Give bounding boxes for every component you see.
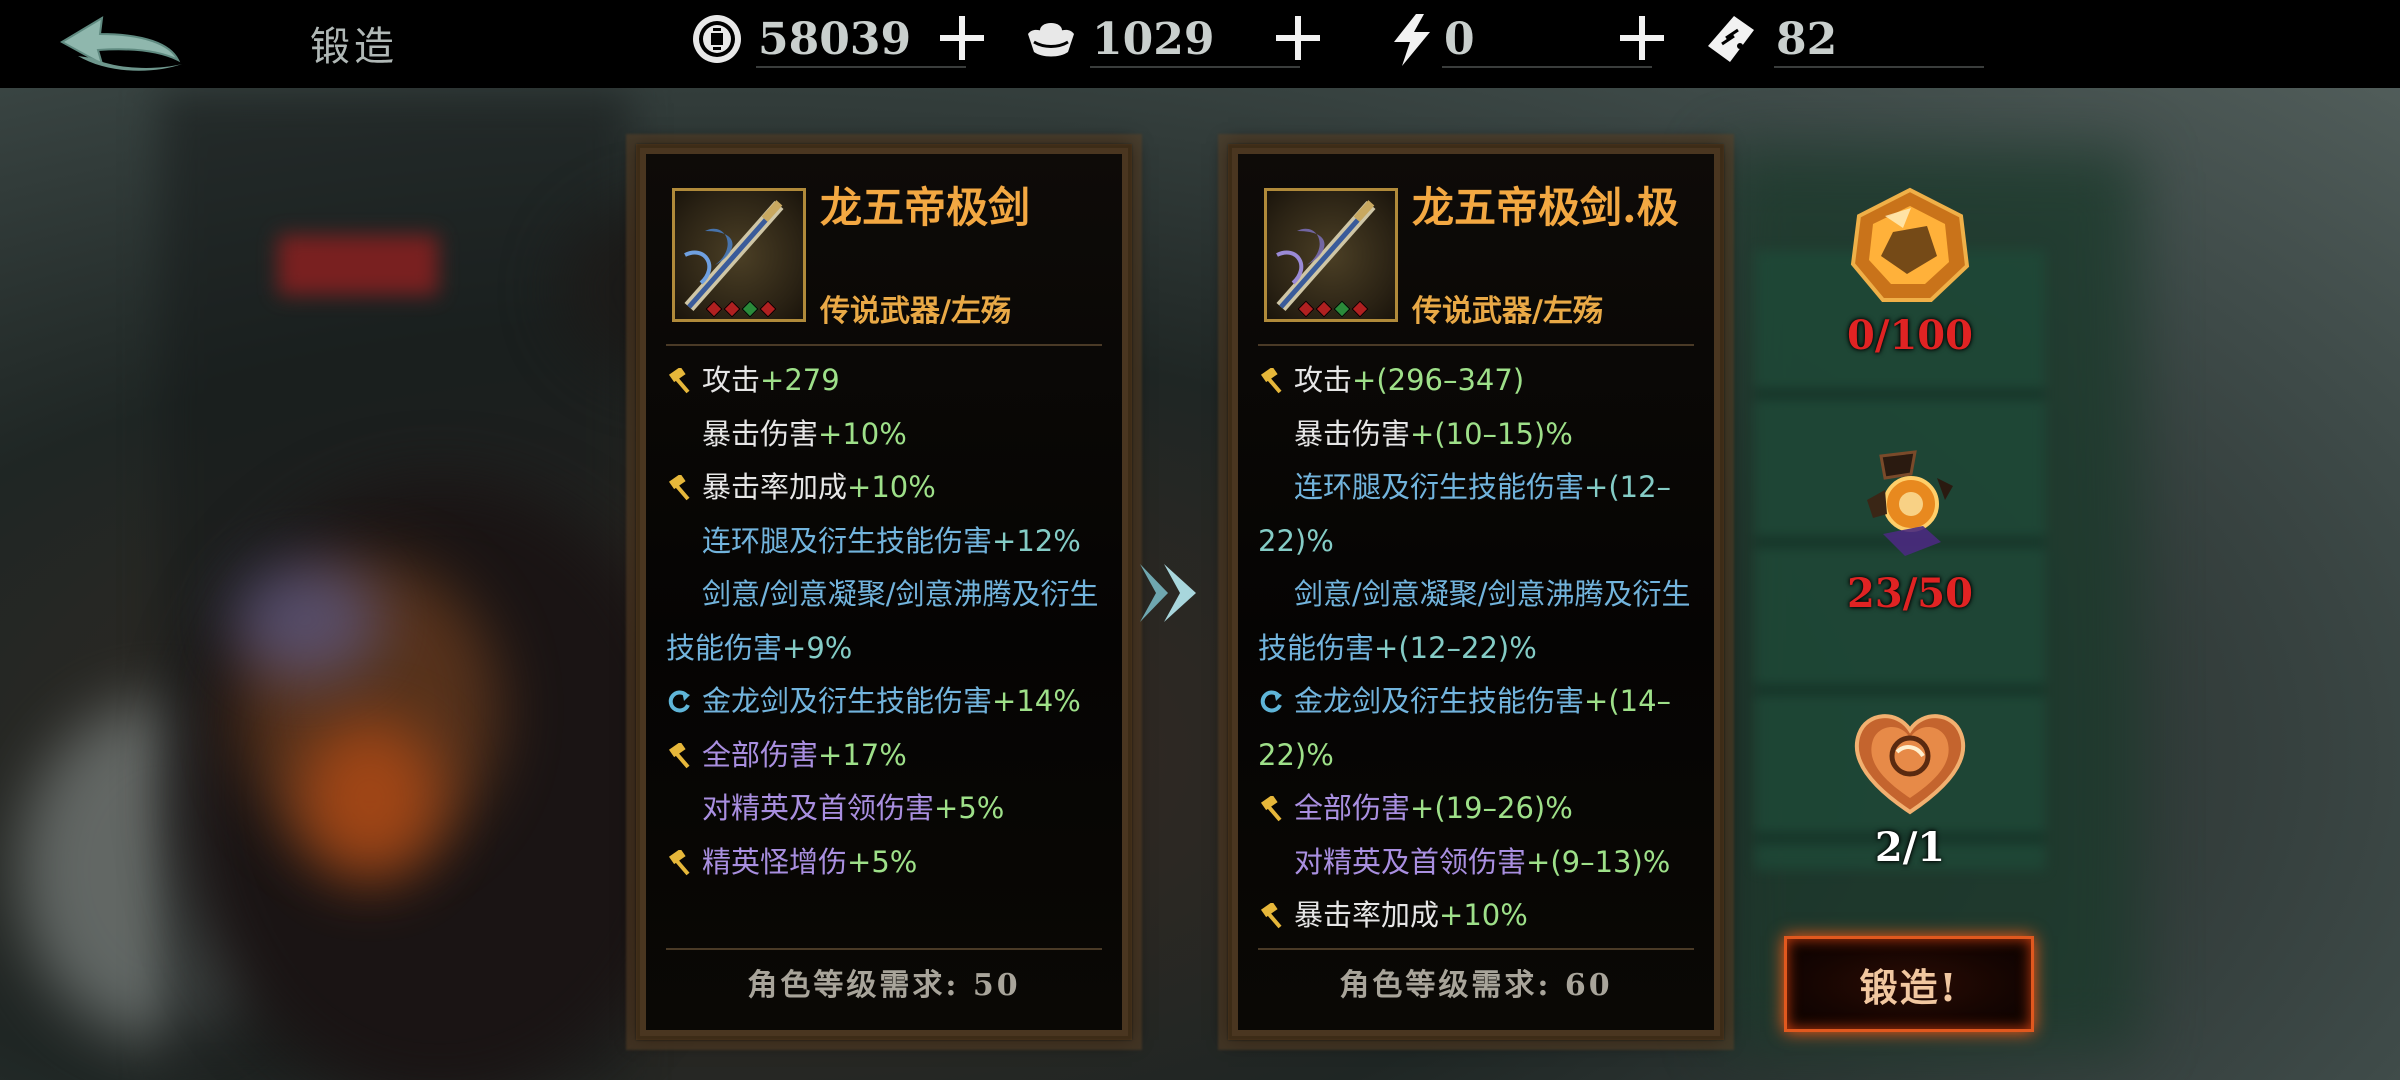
quality-gems: [672, 300, 800, 318]
stat-line: 暴击伤害+(10–15)%: [1294, 416, 1573, 451]
stat-line: 暴击率加成+10%: [666, 461, 1106, 515]
broken-orb-icon: [1867, 450, 1953, 556]
refresh-icon: [1260, 690, 1282, 713]
forge-button-label: 锻造!: [1859, 965, 1959, 1010]
refresh-icon: [668, 690, 690, 713]
energy-value: 0: [1444, 14, 1475, 65]
heart-emblem-icon: [1854, 714, 1966, 815]
back-button[interactable]: [58, 12, 188, 78]
material-count: 2/1: [1874, 824, 1946, 871]
stat-line: 剑意/剑意凝聚/剑意沸腾及衍生技能伤害+(12–22)%: [1258, 577, 1691, 665]
top-bar: 锻造 58039 1029 0 82: [0, 0, 2400, 88]
material-count: 23/50: [1847, 570, 1973, 617]
page-title: 锻造: [310, 24, 398, 70]
stat-line: 全部伤害+17%: [666, 729, 1106, 783]
current-weapon-card: 龙五帝极剑 传说武器/左殇 攻击+279 暴击伤害+10% 暴击率加成+10% …: [636, 144, 1132, 1040]
coin-value: 58039: [758, 14, 912, 65]
stat-line: 攻击+(296–347): [1258, 354, 1698, 408]
stat-line: 全部伤害+(19–26)%: [1258, 782, 1698, 836]
lightning-icon: [1394, 14, 1430, 66]
stat-line: 对精英及首领伤害+5%: [702, 791, 1005, 825]
divider: [1258, 948, 1694, 950]
weapon-type: 传说武器/左殇: [820, 294, 1011, 329]
divider: [666, 948, 1102, 950]
amber-gem-icon: [1850, 187, 1970, 302]
back-arrow-icon: [59, 16, 182, 71]
stat-list: 攻击+(296–347) 暴击伤害+(10–15)% 连环腿及衍生技能伤害+(1…: [1258, 354, 1698, 943]
hammer-icon: [668, 742, 690, 768]
stat-line: 暴击率加成+10%: [1258, 889, 1698, 943]
stat-line: 金龙剑及衍生技能伤害+(14–22)%: [1258, 684, 1672, 772]
ingot-icon: [1028, 23, 1074, 57]
stat-line: 攻击+279: [666, 354, 1106, 408]
hammer-icon: [1260, 903, 1282, 929]
hammer-icon: [668, 368, 690, 394]
level-requirement: 角色等级需求: 60: [1339, 968, 1613, 1003]
stat-line: 连环腿及衍生技能伤害+12%: [702, 523, 1081, 558]
stat-line: 剑意/剑意凝聚/剑意沸腾及衍生技能伤害+9%: [666, 577, 1099, 665]
upgrade-arrow-icon: [1140, 564, 1196, 622]
stat-line: 暴击伤害+10%: [702, 416, 907, 451]
add-energy-button[interactable]: [1618, 14, 1666, 62]
ingot-value: 1029: [1092, 14, 1215, 65]
weapon-name: 龙五帝极剑: [820, 183, 1031, 232]
add-coin-button[interactable]: [938, 14, 986, 62]
quality-gems: [1264, 300, 1392, 318]
ticket-value: 82: [1776, 14, 1838, 65]
background-scene: [0, 0, 2400, 1080]
material-count: 0/100: [1847, 312, 1973, 359]
stat-line: 金龙剑及衍生技能伤害+14%: [666, 675, 1106, 729]
forge-button[interactable]: 锻造!: [1784, 936, 2034, 1032]
divider: [666, 344, 1102, 346]
level-requirement: 角色等级需求: 50: [747, 968, 1021, 1003]
ticket-icon: [1708, 16, 1754, 62]
hammer-icon: [1260, 796, 1282, 822]
weapon-type: 传说武器/左殇: [1412, 294, 1603, 329]
hammer-icon: [668, 849, 690, 875]
stat-line: 连环腿及衍生技能伤害+(12–22)%: [1258, 470, 1672, 558]
stat-line: 精英怪增伤+5%: [666, 836, 1106, 890]
add-ingot-button[interactable]: [1274, 14, 1322, 62]
hammer-icon: [668, 475, 690, 501]
stat-list: 攻击+279 暴击伤害+10% 暴击率加成+10% 连环腿及衍生技能伤害+12%…: [666, 354, 1106, 889]
coin-icon: [693, 15, 741, 63]
upgraded-weapon-card: 龙五帝极剑.极 传说武器/左殇 攻击+(296–347) 暴击伤害+(10–15…: [1228, 144, 1724, 1040]
divider: [1258, 344, 1694, 346]
hammer-icon: [1260, 368, 1282, 394]
stat-line: 对精英及首领伤害+(9–13)%: [1294, 844, 1671, 879]
weapon-name: 龙五帝极剑.极: [1412, 183, 1679, 232]
